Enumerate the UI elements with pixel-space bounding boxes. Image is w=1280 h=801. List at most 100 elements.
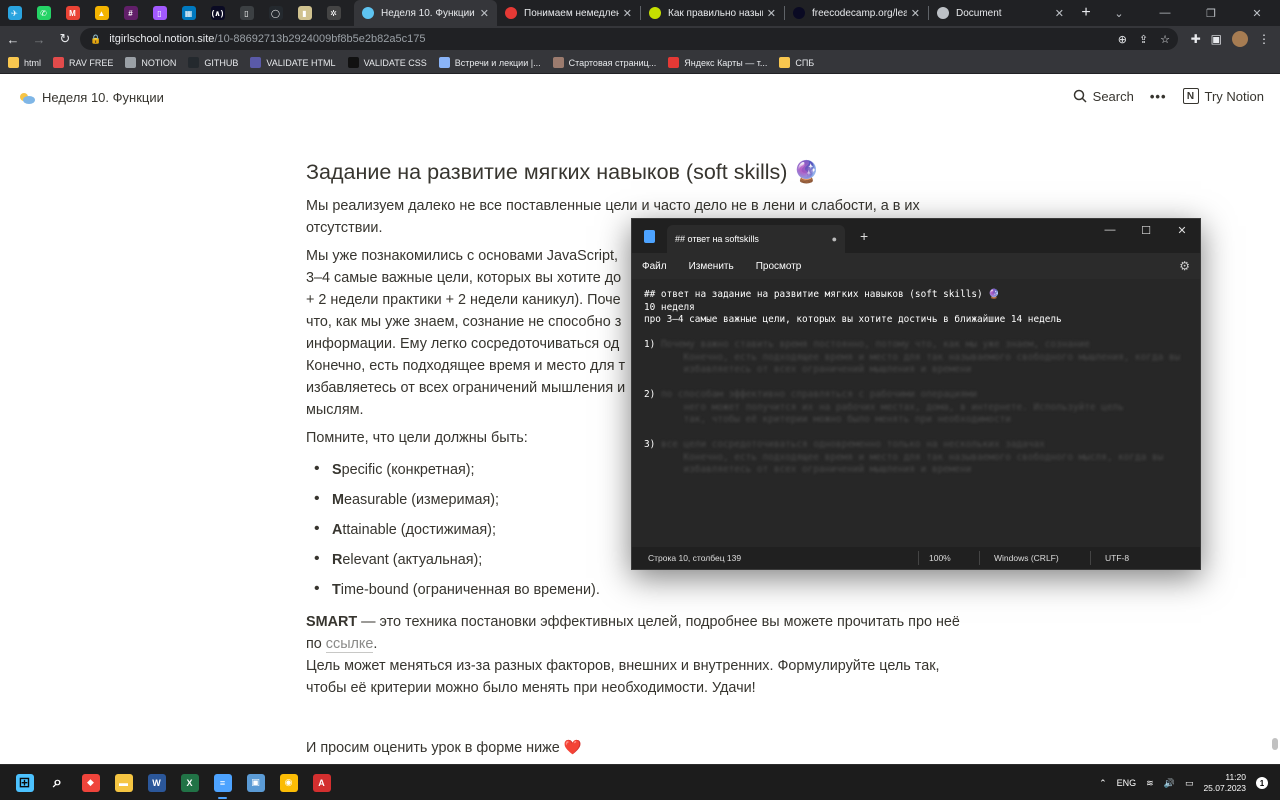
pinned-tab-bookmark[interactable]: ▮ xyxy=(290,0,319,26)
gear-icon[interactable]: ⚙ xyxy=(1179,259,1190,273)
pinned-tab-freecodecamp[interactable]: (∧) xyxy=(203,0,232,26)
unsaved-dot-icon[interactable]: ● xyxy=(832,234,837,244)
extensions-icon[interactable]: ✚ xyxy=(1191,32,1201,46)
taskbar-chrome[interactable]: ◉ xyxy=(272,765,305,801)
tab-close-icon[interactable]: ✕ xyxy=(623,7,632,20)
lock-icon: 🔒 xyxy=(90,33,102,44)
taskbar-photos[interactable]: ▣ xyxy=(239,765,272,801)
tab-search-icon[interactable]: ⌄ xyxy=(1096,0,1142,26)
pinned-tab-figma[interactable]: ▯ xyxy=(145,0,174,26)
volume-icon[interactable]: 🔊 xyxy=(1164,778,1175,789)
tab-favicon-icon xyxy=(793,7,805,19)
taskbar-notepad[interactable]: ≡ xyxy=(206,765,239,801)
forward-icon[interactable]: → xyxy=(26,32,52,47)
close-button[interactable]: ✕ xyxy=(1234,0,1280,26)
clock[interactable]: 11:20 25.07.2023 xyxy=(1203,772,1246,794)
notion-breadcrumb[interactable]: Неделя 10. Функции xyxy=(18,90,164,105)
bookmark-item[interactable]: RAV FREE xyxy=(53,57,113,68)
blurred-text: Почему важно ставить время постоянно, по… xyxy=(660,339,1090,350)
pinned-tab-trello[interactable]: ▦ xyxy=(174,0,203,26)
address-bar[interactable]: 🔒 itgirlschool.notion.site/10-88692713b2… xyxy=(80,28,1178,50)
pinned-tab-terminal[interactable]: ▯ xyxy=(232,0,261,26)
bookmark-star-icon[interactable]: ☆ xyxy=(1160,33,1170,46)
battery-icon[interactable]: ▭ xyxy=(1185,778,1194,789)
notepad-minimize-button[interactable]: — xyxy=(1092,219,1128,241)
bookmark-item[interactable]: GITHUB xyxy=(188,57,238,68)
maximize-button[interactable]: ❐ xyxy=(1188,0,1234,26)
zoom-icon[interactable]: ⊕ xyxy=(1118,33,1127,46)
bookmark-item[interactable]: VALIDATE CSS xyxy=(347,57,427,68)
github-icon: ◯ xyxy=(268,6,283,20)
bookmark-item[interactable]: VALIDATE HTML xyxy=(250,57,336,68)
browser-toolbar: ← → ↻ 🔒 itgirlschool.notion.site/10-8869… xyxy=(0,26,1280,52)
pinned-tab-slack[interactable]: # xyxy=(116,0,145,26)
tray-chevron-icon[interactable]: ⌃ xyxy=(1099,778,1107,789)
more-button[interactable]: ••• xyxy=(1150,89,1167,104)
notepad-menu-item[interactable]: Просмотр xyxy=(756,261,802,272)
language-indicator[interactable]: ENG xyxy=(1117,778,1137,788)
search-icon xyxy=(1073,89,1087,103)
tab-title: Неделя 10. Функции xyxy=(381,7,475,19)
bookmark-item[interactable]: Встречи и лекции |... xyxy=(438,57,541,68)
system-tray: ⌃ ENG ≋ 🔊 ▭ 11:20 25.07.2023 1 xyxy=(1099,765,1268,801)
browser-tab[interactable]: Document ✕ xyxy=(929,0,1072,26)
back-icon[interactable]: ← xyxy=(0,32,26,47)
notepad-menu-item[interactable]: Файл xyxy=(642,261,667,272)
browser-tab[interactable]: Неделя 10. Функции ✕ xyxy=(354,0,497,26)
url-path: /10-88692713b2924009bf8b5e2b82a5c175 xyxy=(214,33,426,45)
notepad-titlebar: ## ответ на softskills ● + — ☐ ✕ xyxy=(632,219,1200,253)
wifi-icon[interactable]: ≋ xyxy=(1146,778,1154,789)
smart-text: — это техника постановки эффективных цел… xyxy=(306,614,960,652)
menu-icon[interactable]: ⋮ xyxy=(1258,32,1270,46)
browser-tab[interactable]: Как правильно называ ✕ xyxy=(641,0,784,26)
pinned-tab-drive[interactable]: ▲ xyxy=(87,0,116,26)
smart-letter: A xyxy=(332,522,343,538)
bookmark-item[interactable]: СПБ xyxy=(779,57,814,68)
reload-icon[interactable]: ↻ xyxy=(52,31,78,47)
browser-tab[interactable]: freecodecamp.org/learn ✕ xyxy=(785,0,928,26)
bookmark-icon xyxy=(438,57,450,68)
smart-link[interactable]: ссылке xyxy=(325,636,374,653)
notepad-menu-item[interactable]: Изменить xyxy=(689,261,734,272)
notepad-editor[interactable]: ## ответ на задание на развитие мягких н… xyxy=(632,279,1200,547)
pinned-tab-gmail[interactable]: M xyxy=(58,0,87,26)
taskbar-search[interactable]: ⌕ xyxy=(41,765,74,801)
notification-badge[interactable]: 1 xyxy=(1256,777,1268,789)
tab-close-icon[interactable]: ✕ xyxy=(911,7,920,20)
pinned-tab-openai[interactable]: ✲ xyxy=(319,0,348,26)
taskbar-acrobat[interactable]: A xyxy=(305,765,338,801)
minimize-button[interactable]: — xyxy=(1142,0,1188,26)
notepad-tab[interactable]: ## ответ на softskills ● xyxy=(667,225,845,253)
taskbar-anydesk[interactable]: ◆ xyxy=(74,765,107,801)
bookmark-item[interactable]: Стартовая страниц... xyxy=(552,57,656,68)
pinned-tab-telegram[interactable]: ✈ xyxy=(0,0,29,26)
profile-avatar[interactable] xyxy=(1232,31,1248,47)
tab-close-icon[interactable]: ✕ xyxy=(767,7,776,20)
page-scrollbar[interactable] xyxy=(1270,78,1280,764)
bookmark-item[interactable]: Яндекс Карты — т... xyxy=(668,57,767,68)
taskbar-word[interactable]: W xyxy=(140,765,173,801)
pinned-tab-whatsapp[interactable]: ✆ xyxy=(29,0,58,26)
tab-close-icon[interactable]: ✕ xyxy=(480,7,489,20)
openai-icon: ✲ xyxy=(326,6,341,20)
scrollbar-thumb[interactable] xyxy=(1272,738,1278,750)
taskbar-excel[interactable]: X xyxy=(173,765,206,801)
taskbar-explorer[interactable]: ▬ xyxy=(107,765,140,801)
try-notion-button[interactable]: N Try Notion xyxy=(1182,88,1264,104)
bookmark-label: VALIDATE CSS xyxy=(363,57,427,68)
photos-icon: ▣ xyxy=(246,773,265,792)
taskbar-start[interactable]: ⊞ xyxy=(8,765,41,801)
notepad-new-tab-button[interactable]: + xyxy=(860,228,868,244)
bookmark-item[interactable]: NOTION xyxy=(125,57,176,68)
tab-close-icon[interactable]: ✕ xyxy=(1055,7,1064,20)
sidepanel-icon[interactable]: ▣ xyxy=(1211,32,1222,46)
pinned-tab-github[interactable]: ◯ xyxy=(261,0,290,26)
search-button[interactable]: Search xyxy=(1073,89,1134,104)
notepad-close-button[interactable]: ✕ xyxy=(1164,219,1200,241)
notepad-maximize-button[interactable]: ☐ xyxy=(1128,219,1164,241)
share-icon[interactable]: ⇪ xyxy=(1139,33,1148,46)
bookmark-item[interactable]: html xyxy=(8,57,41,68)
browser-tab[interactable]: Понимаем немедленно ✕ xyxy=(497,0,640,26)
